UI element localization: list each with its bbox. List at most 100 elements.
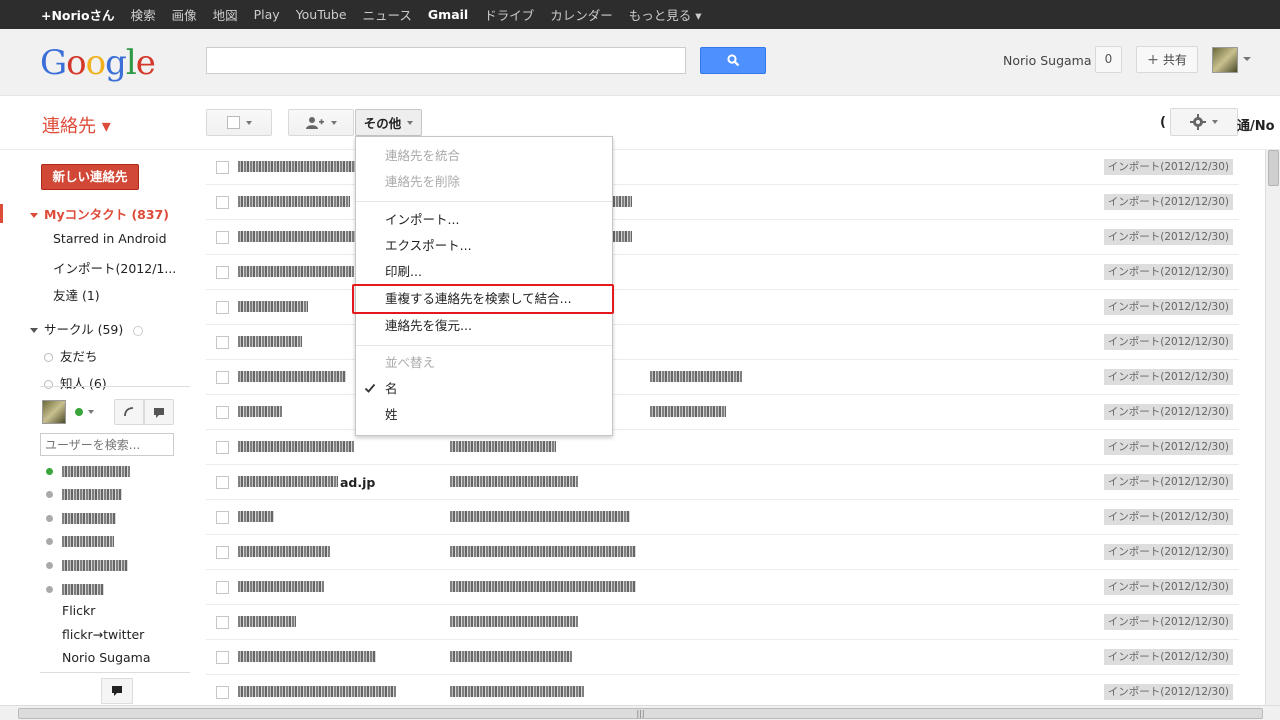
table-row[interactable]: インポート(2012/12/30) — [206, 570, 1239, 605]
chat-contact-norio[interactable]: Norio Sugama — [62, 650, 151, 665]
search-button[interactable] — [700, 47, 766, 74]
row-checkbox[interactable] — [216, 616, 229, 629]
row-checkbox[interactable] — [216, 686, 229, 699]
sidebar-item-my-contacts[interactable]: Myコンタクト (837) — [0, 204, 192, 223]
table-row[interactable]: インポート(2012/12/30) — [206, 605, 1239, 640]
gbar-play-link[interactable]: Play — [246, 7, 288, 22]
menu-heading-sort: 並べ替え — [385, 355, 436, 370]
more-label: その他 — [363, 116, 402, 131]
online-status-icon — [46, 468, 53, 475]
account-avatar[interactable] — [1212, 47, 1238, 73]
settings-button[interactable] — [1170, 108, 1238, 136]
redacted-name — [238, 476, 338, 487]
vertical-scrollbar[interactable] — [1265, 150, 1280, 705]
search-input[interactable] — [206, 47, 686, 74]
row-checkbox[interactable] — [216, 546, 229, 559]
status-dot-icon[interactable] — [75, 408, 83, 416]
sidebar-item-friends[interactable]: 友達 (1) — [0, 285, 192, 304]
user-name[interactable]: Norio Sugama — [1003, 53, 1092, 68]
chat-contact[interactable] — [46, 486, 186, 501]
menu-item-restore[interactable]: 連絡先を復元... — [356, 313, 612, 339]
redacted-name — [238, 581, 324, 592]
redacted-name — [62, 513, 116, 524]
chevron-down-icon[interactable] — [1243, 57, 1251, 61]
redacted-name — [238, 441, 354, 452]
row-checkbox[interactable] — [216, 651, 229, 664]
scrollbar-thumb[interactable]: ||| — [18, 708, 1263, 719]
new-contact-button[interactable]: 新しい連絡先 — [41, 164, 139, 190]
gbar-maps-link[interactable]: 地図 — [205, 5, 246, 24]
table-row[interactable]: インポート(2012/12/30) — [206, 640, 1239, 675]
row-checkbox[interactable] — [216, 266, 229, 279]
row-checkbox[interactable] — [216, 371, 229, 384]
redacted-name — [62, 536, 114, 547]
google-logo[interactable]: Google — [40, 43, 156, 83]
row-checkbox[interactable] — [216, 581, 229, 594]
notification-count-button[interactable]: 0 — [1095, 46, 1122, 73]
call-button[interactable] — [114, 399, 144, 425]
add-to-circles-button[interactable] — [288, 109, 354, 136]
gbar-search-link[interactable]: 検索 — [123, 5, 164, 24]
chevron-down-icon — [245, 120, 252, 125]
chat-contact[interactable] — [46, 510, 186, 525]
menu-item-import[interactable]: インポート... — [356, 207, 612, 233]
row-checkbox[interactable] — [216, 336, 229, 349]
row-checkbox[interactable] — [216, 231, 229, 244]
gbar-youtube-link[interactable]: YouTube — [288, 7, 355, 22]
chat-contact[interactable] — [46, 463, 186, 478]
row-checkbox[interactable] — [216, 476, 229, 489]
menu-item-sort-first-name[interactable]: 名 — [356, 376, 612, 402]
sidebar-item-circle-friends[interactable]: 友だち — [0, 346, 192, 365]
gbar-gmail-link[interactable]: Gmail — [420, 7, 476, 22]
chat-button[interactable] — [101, 678, 133, 704]
gbar-profile-link[interactable]: +Norioさん — [33, 5, 123, 24]
redacted-email — [450, 511, 630, 522]
chat-contact-flickr[interactable]: Flickr — [62, 603, 95, 618]
row-checkbox[interactable] — [216, 196, 229, 209]
chat-contact[interactable] — [46, 581, 186, 596]
sidebar-item-circle-acquaintances[interactable]: 知人 (6) — [0, 373, 192, 392]
row-checkbox[interactable] — [216, 511, 229, 524]
chat-contact-flickr-twitter[interactable]: flickr→twitter — [62, 627, 144, 642]
redacted-email — [450, 546, 636, 557]
redacted-name — [62, 466, 130, 477]
row-checkbox[interactable] — [216, 406, 229, 419]
table-row[interactable]: ad.jp インポート(2012/12/30) — [206, 465, 1239, 500]
row-checkbox[interactable] — [216, 301, 229, 314]
chevron-down-icon[interactable] — [88, 410, 94, 414]
chat-contact[interactable] — [46, 557, 186, 572]
menu-item-export[interactable]: エクスポート... — [356, 233, 612, 259]
chat-avatar[interactable] — [42, 400, 66, 424]
gbar-news-link[interactable]: ニュース — [355, 5, 420, 24]
scrollbar-thumb[interactable] — [1268, 150, 1279, 186]
gbar-more-link[interactable]: もっと見る ▾ — [621, 5, 710, 24]
more-actions-button[interactable]: その他 — [355, 109, 422, 136]
toolbar: 連絡先 ▾ その他 ( 通/No — [0, 96, 1280, 150]
row-checkbox[interactable] — [216, 441, 229, 454]
user-search-input[interactable] — [40, 433, 174, 456]
gbar-images-link[interactable]: 画像 — [164, 5, 205, 24]
circles-icon — [133, 325, 144, 336]
phone-icon — [124, 407, 134, 417]
table-row[interactable]: インポート(2012/12/30) — [206, 500, 1239, 535]
sidebar-item-imported[interactable]: インポート(2012/1... — [0, 258, 192, 277]
import-badge: インポート(2012/12/30) — [1103, 614, 1233, 630]
chat-contact[interactable] — [46, 533, 186, 548]
sidebar-item-starred[interactable]: Starred in Android — [0, 231, 192, 246]
menu-item-sort-last-name[interactable]: 姓 — [356, 402, 612, 428]
sms-button[interactable] — [144, 399, 174, 425]
table-row[interactable]: インポート(2012/12/30) — [206, 535, 1239, 570]
sidebar-item-circles[interactable]: サークル (59) — [0, 319, 192, 338]
gbar-calendar-link[interactable]: カレンダー — [542, 5, 621, 24]
gbar-drive-link[interactable]: ドライブ — [476, 5, 542, 24]
chevron-down-icon — [331, 120, 337, 125]
horizontal-scrollbar[interactable]: ||| — [0, 705, 1280, 720]
plus-icon: + — [1147, 51, 1159, 68]
share-button[interactable]: + 共有 — [1136, 46, 1198, 73]
redacted-email — [650, 406, 726, 417]
app-title-menu[interactable]: 連絡先 ▾ — [42, 112, 111, 138]
row-checkbox[interactable] — [216, 161, 229, 174]
select-checkbox-button[interactable] — [206, 109, 272, 136]
redacted-name — [238, 546, 330, 557]
menu-item-print[interactable]: 印刷... — [356, 259, 612, 285]
